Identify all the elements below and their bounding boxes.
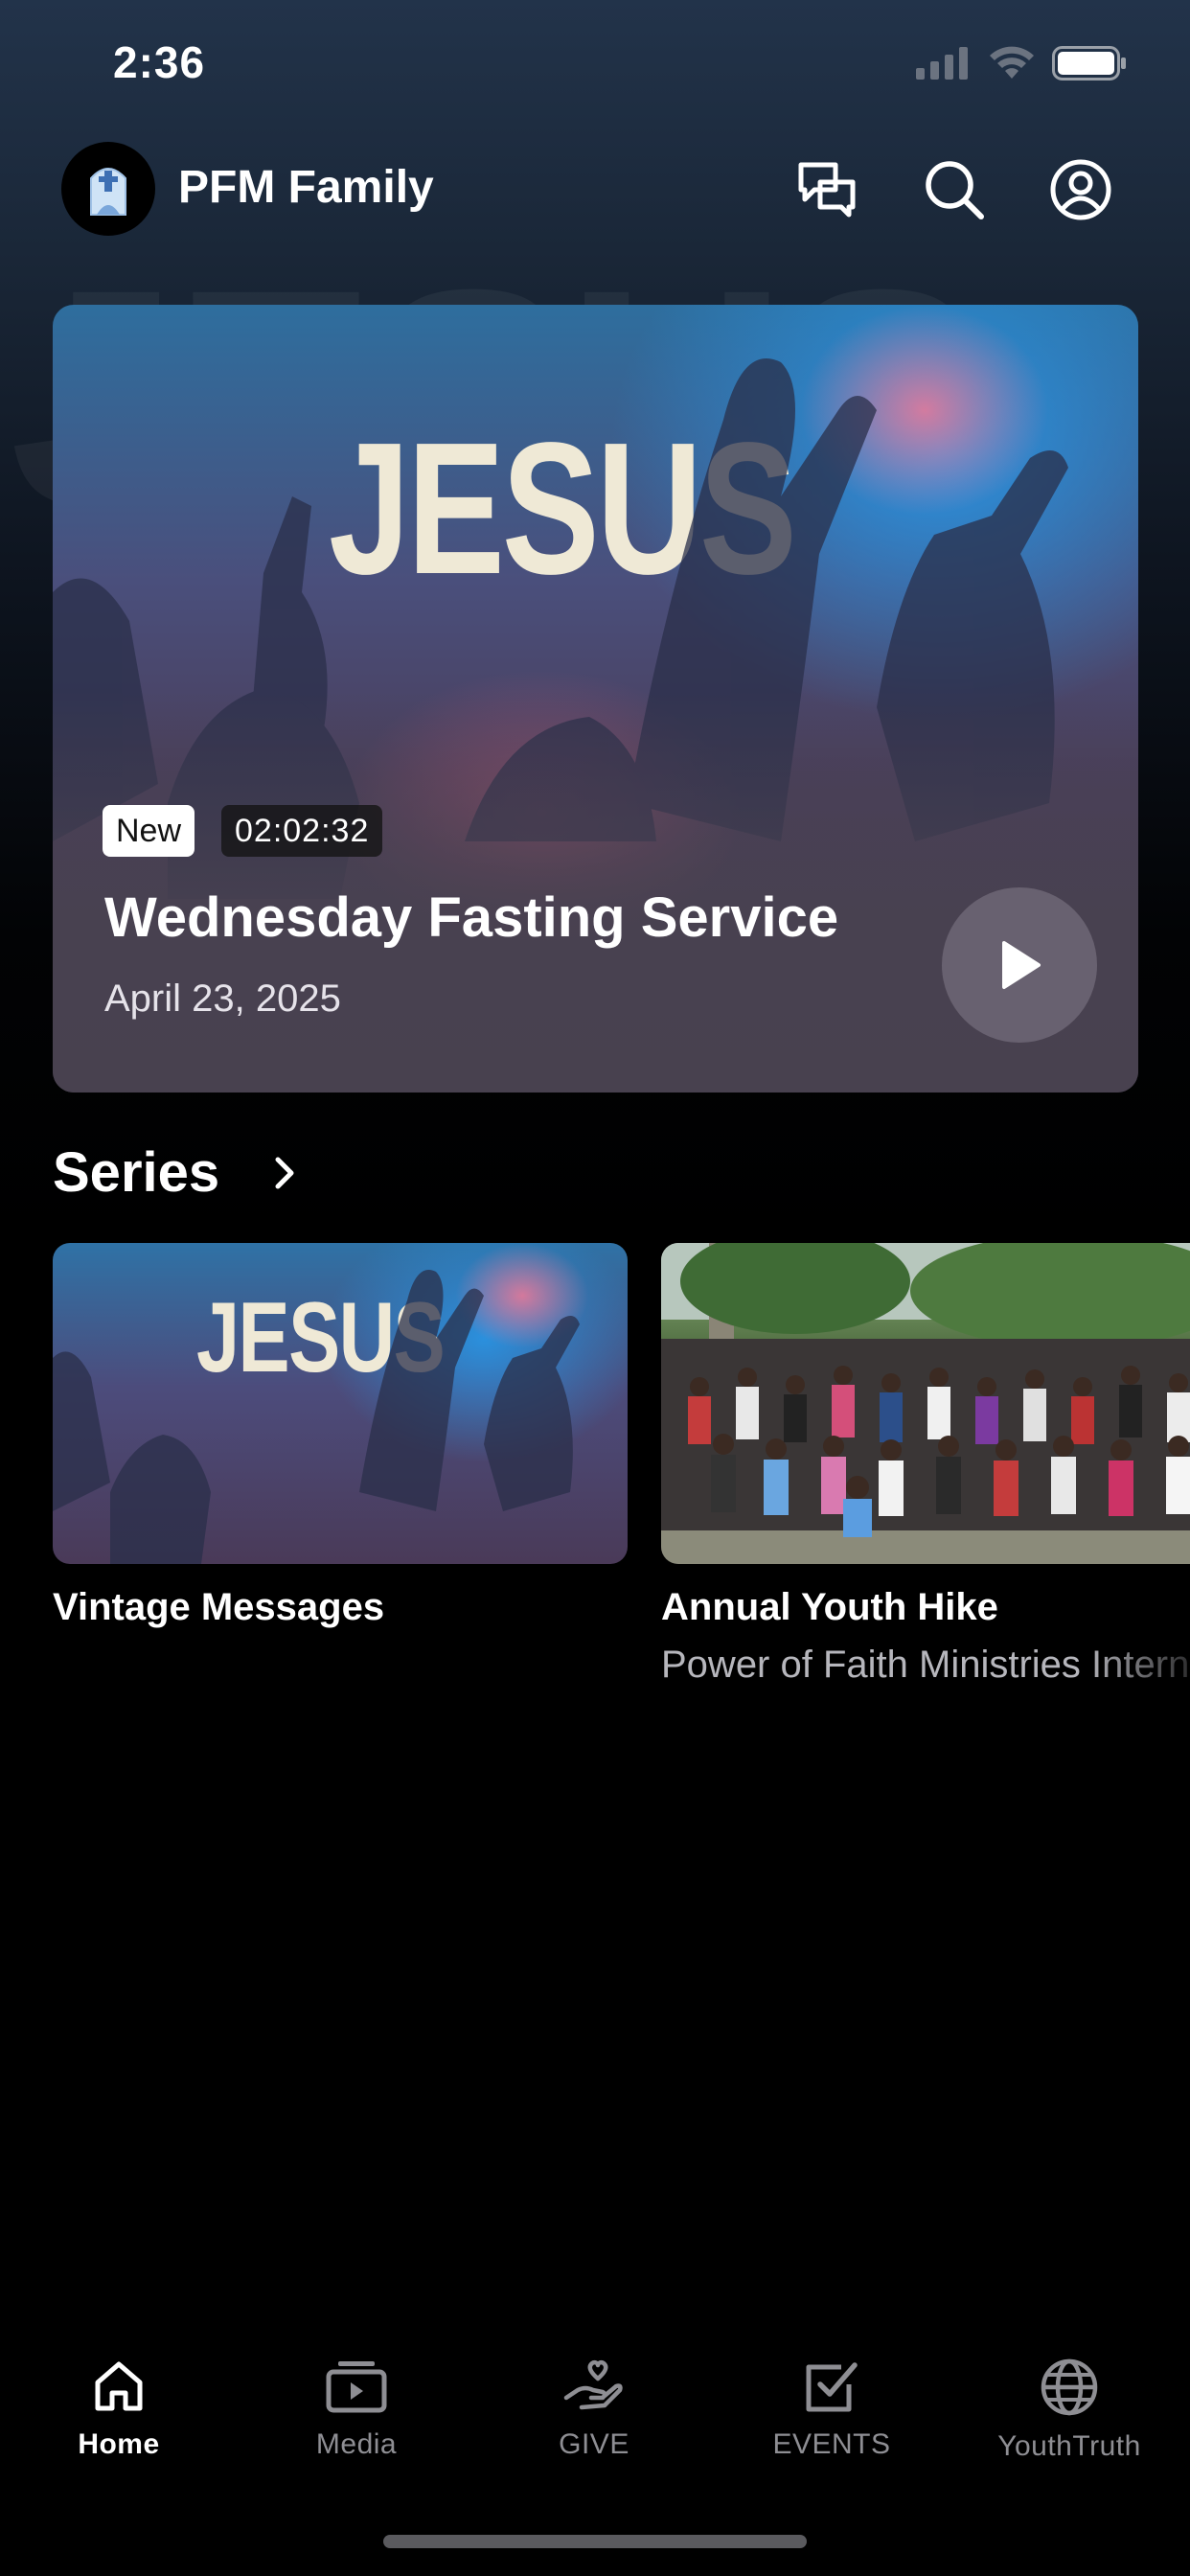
tab-home[interactable]: Home bbox=[13, 2358, 224, 2461]
hero-date: April 23, 2025 bbox=[104, 978, 341, 1020]
tab-label: Home bbox=[78, 2428, 160, 2460]
series-heading[interactable]: Series bbox=[53, 1140, 219, 1205]
app-title: PFM Family bbox=[178, 162, 434, 213]
duration-badge: 02:02:32 bbox=[221, 805, 383, 857]
series-card-title: Vintage Messages bbox=[53, 1586, 385, 1628]
globe-icon bbox=[1041, 2358, 1098, 2416]
home-indicator bbox=[383, 2535, 807, 2548]
status-time: 2:36 bbox=[113, 37, 206, 87]
search-button[interactable] bbox=[918, 153, 991, 226]
crowd-silhouette bbox=[53, 1270, 580, 1564]
series-card-annual-youth-hike[interactable] bbox=[661, 1243, 1190, 1564]
tab-label: YouthTruth bbox=[997, 2430, 1141, 2462]
featured-media-card[interactable]: JESUS New 02:02:32 Wednesday Fasting Ser… bbox=[53, 305, 1138, 1092]
play-button[interactable] bbox=[942, 887, 1097, 1043]
tab-youthtruth[interactable]: YouthTruth bbox=[964, 2358, 1175, 2463]
tab-give[interactable]: GIVE bbox=[489, 2358, 699, 2461]
tab-bar: Home Media GIVE EVENTS YouthTruth bbox=[0, 2319, 1190, 2511]
tab-events[interactable]: EVENTS bbox=[726, 2358, 937, 2461]
tab-label: Media bbox=[315, 2428, 398, 2460]
messages-button[interactable] bbox=[791, 153, 864, 226]
cellular-icon bbox=[916, 47, 968, 80]
chat-icon bbox=[798, 162, 856, 218]
search-icon bbox=[926, 161, 984, 219]
tab-label: GIVE bbox=[559, 2428, 629, 2460]
series-card-subtitle: Power of Faith Ministries International bbox=[661, 1644, 1190, 1686]
media-icon bbox=[326, 2361, 387, 2413]
wifi-icon bbox=[990, 46, 1034, 79]
logo-icon bbox=[90, 168, 126, 216]
series-card-vintage-messages[interactable]: JESUS bbox=[53, 1243, 628, 1564]
events-icon bbox=[806, 2362, 858, 2412]
hero-title: Wednesday Fasting Service bbox=[104, 886, 839, 949]
church-logo[interactable] bbox=[61, 142, 155, 236]
profile-button[interactable] bbox=[1044, 153, 1117, 226]
give-icon bbox=[563, 2359, 623, 2410]
user-icon bbox=[1050, 159, 1111, 220]
series-card-title: Annual Youth Hike bbox=[661, 1586, 998, 1628]
status-icons bbox=[916, 46, 1127, 80]
new-badge: New bbox=[103, 805, 195, 857]
chevron-right-icon[interactable] bbox=[270, 1154, 299, 1192]
home-icon bbox=[95, 2361, 143, 2411]
tab-label: EVENTS bbox=[772, 2428, 891, 2460]
group-photo bbox=[661, 1243, 1190, 1564]
battery-icon bbox=[1052, 46, 1126, 80]
tab-media[interactable]: Media bbox=[251, 2358, 462, 2461]
play-icon bbox=[1002, 941, 1041, 989]
